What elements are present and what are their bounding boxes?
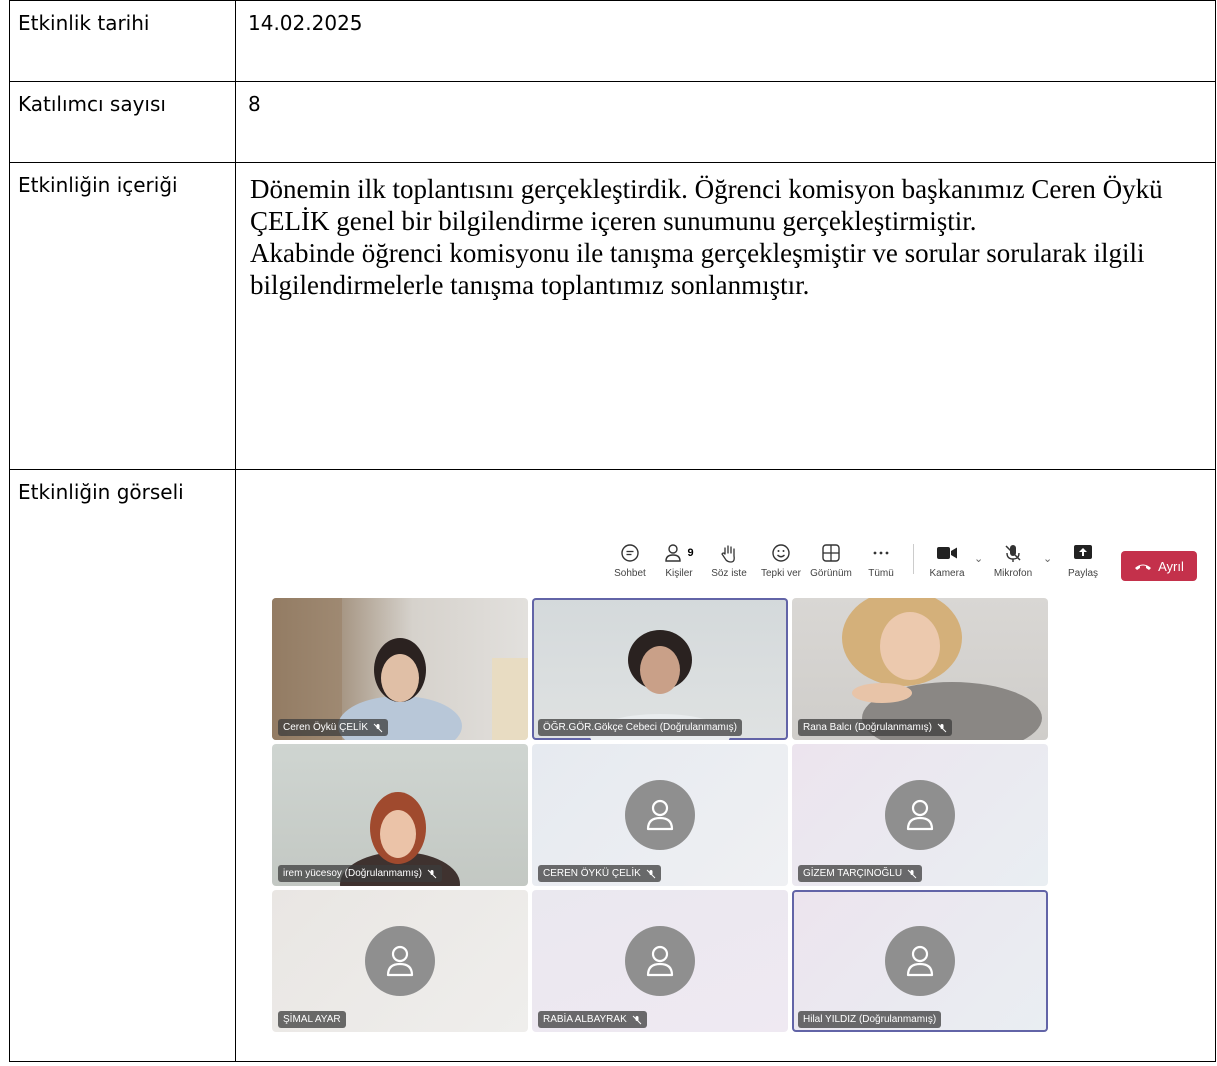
more-button[interactable]: Tümü [857,540,905,579]
date-value: 14.02.2025 [235,0,1216,82]
camera-icon [937,547,957,559]
participant-tile[interactable]: Hilal YILDIZ (Doğrulanmamış) [792,890,1048,1032]
react-button[interactable]: Tepki ver [757,540,805,579]
people-label: Kişiler [665,568,693,579]
avatar [885,780,955,850]
content-label: Etkinliğin içeriği [9,162,236,470]
share-label: Paylaş [1067,568,1098,579]
chat-label: Sohbet [614,568,646,579]
avatar [885,926,955,996]
share-icon [1074,545,1092,559]
smile-icon [772,544,790,562]
person-icon [906,945,934,977]
camera-button[interactable]: Kamera [923,540,971,579]
raise-hand-label: Söz iste [711,568,747,579]
mic-muted-icon [632,1015,642,1024]
participant-name: CEREN ÖYKÜ ÇELİK [538,865,661,882]
image-label: Etkinliğin görseli [9,469,236,1062]
count-value: 8 [235,81,1216,163]
content-paragraph-2: Akabinde öğrenci komisyonu ile tanışma g… [250,238,1145,300]
raise-hand-icon [721,545,735,563]
more-label: Tümü [868,568,894,579]
meeting-toolbar: Sohbet 9 Kişiler Söz iste Tepki ver Görü… [257,538,1202,590]
row-date: Etkinlik tarihi 14.02.2025 [9,0,1216,82]
react-label: Tepki ver [760,568,801,579]
participant-name: Hilal YILDIZ (Doğrulanmamış) [798,1011,942,1028]
participant-tile[interactable]: GİZEM TARÇINOĞLU [792,744,1048,886]
participant-tile[interactable]: Ceren Öykü ÇELİK [272,598,528,740]
phone-hangup-icon [1135,564,1152,570]
leave-button[interactable]: Ayrıl [1121,551,1197,581]
person-icon [646,945,674,977]
people-button[interactable]: 9 Kişiler [655,540,703,579]
participant-name: ŞİMAL AYAR [278,1011,346,1028]
participant-grid: Ceren Öykü ÇELİK ÖĞR.GÖR.Gökçe Cebeci (D… [272,598,1048,1034]
participant-tile[interactable]: CEREN ÖYKÜ ÇELİK [532,744,788,886]
participant-name: RABİA ALBAYRAK [538,1011,647,1028]
share-button[interactable]: Paylaş [1059,540,1107,579]
content-text: Dönemin ilk toplantısını gerçekleştirdik… [235,162,1216,470]
person-icon [646,799,674,831]
people-icon [665,544,682,562]
person-icon [386,945,414,977]
participant-name: Rana Balcı (Doğrulanmamış) [798,719,952,736]
date-label: Etkinlik tarihi [9,0,236,82]
toolbar-divider [913,544,914,574]
view-button[interactable]: Görünüm [807,540,855,579]
count-label: Katılımcı sayısı [9,81,236,163]
mic-options-icon[interactable]: ⌄ [1043,552,1052,565]
leave-label: Ayrıl [1158,558,1184,574]
participant-name: GİZEM TARÇINOĞLU [798,865,923,882]
more-icon [873,551,889,555]
camera-options-icon[interactable]: ⌄ [974,552,983,565]
participant-name: Ceren Öykü ÇELİK [278,719,389,736]
avatar [625,780,695,850]
person-icon [906,799,934,831]
row-count: Katılımcı sayısı 8 [9,81,1216,163]
mic-label: Mikrofon [993,568,1033,579]
mic-button[interactable]: Mikrofon [989,540,1037,579]
avatar [625,926,695,996]
participant-tile[interactable]: Rana Balcı (Doğrulanmamış) [792,598,1048,740]
row-content: Etkinliğin içeriği Dönemin ilk toplantıs… [9,162,1216,470]
view-label: Görünüm [810,568,852,579]
participant-tile[interactable]: ÖĞR.GÖR.Gökçe Cebeci (Doğrulanmamış) [532,598,788,740]
participant-tile[interactable]: irem yücesoy (Doğrulanmamış) [272,744,528,886]
chat-icon [621,544,639,562]
content-paragraph-1: Dönemin ilk toplantısını gerçekleştirdik… [250,174,1163,236]
participant-name: irem yücesoy (Doğrulanmamış) [278,865,442,882]
mic-muted-icon [373,723,383,732]
participant-name: ÖĞR.GÖR.Gökçe Cebeci (Doğrulanmamış) [538,719,742,736]
mic-muted-icon [646,869,656,878]
camera-label: Kamera [929,568,965,579]
people-count: 9 [687,547,694,559]
avatar [365,926,435,996]
chat-button[interactable]: Sohbet [606,540,654,579]
participant-tile[interactable]: RABİA ALBAYRAK [532,890,788,1032]
raise-hand-button[interactable]: Söz iste [705,540,753,579]
mic-muted-icon [907,869,917,878]
mic-off-icon [1005,545,1021,562]
mic-muted-icon [937,723,947,732]
mic-muted-icon [427,869,437,878]
participant-tile[interactable]: ŞİMAL AYAR [272,890,528,1032]
meeting-screenshot: Sohbet 9 Kişiler Söz iste Tepki ver Görü… [257,538,1202,1040]
grid-view-icon [822,544,840,562]
